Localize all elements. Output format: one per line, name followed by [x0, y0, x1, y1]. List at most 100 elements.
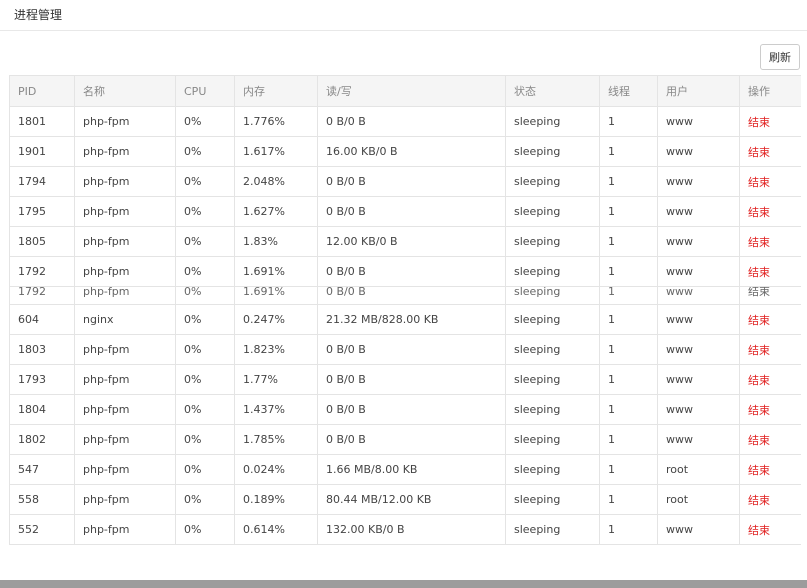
cell-name: php-fpm	[74, 106, 176, 137]
table-row: 547 php-fpm 0% 0.024% 1.66 MB/8.00 KB sleepin…	[9, 454, 801, 485]
cell-read-write: 1.66 MB/8.00 KB	[317, 454, 506, 485]
table-row: 1793 php-fpm 0% 1.77% 0 B/0 Bsleeping 1 www 结束	[9, 364, 801, 395]
end-process-link[interactable]: 结束	[739, 484, 801, 515]
end-process-link[interactable]: 结束	[739, 424, 801, 455]
cell-name: php-fpm	[74, 226, 176, 257]
cell-cpu: 0%	[175, 226, 235, 257]
cell-memory: 0.247%	[234, 304, 318, 335]
cell-status: sleeping	[505, 106, 600, 137]
cell-threads: 1	[599, 304, 658, 335]
end-process-link[interactable]: 结束	[739, 226, 801, 257]
column-header-action: 操作	[739, 75, 801, 107]
cell-status: sleeping	[505, 454, 600, 485]
cell-read-write: 21.32 MB/828.00 KB	[317, 304, 506, 335]
table-row: 552 php-fpm 0% 0.614% 132.00 KB/0 Bsleeping 1…	[9, 514, 801, 545]
end-process-link[interactable]: 结束	[739, 304, 801, 335]
column-header-pid[interactable]: PID	[9, 75, 75, 107]
cell-name: nginx	[74, 304, 176, 335]
end-process-link[interactable]: 结束	[739, 334, 801, 365]
end-process-link[interactable]: 结束	[739, 136, 801, 167]
column-header-name[interactable]: 名称	[74, 75, 176, 107]
column-header-threads[interactable]: 线程	[599, 75, 658, 107]
cell-cpu: 0%	[175, 166, 235, 197]
cell-user: www	[657, 196, 740, 227]
cell-threads: 1	[599, 256, 658, 287]
cell-pid: 1801	[9, 106, 75, 137]
column-header-read-write[interactable]: 读/写	[317, 75, 506, 107]
page-header: 进程管理	[0, 0, 807, 31]
cell-pid: 1802	[9, 424, 75, 455]
cell-threads: 1	[599, 106, 658, 137]
horizontal-scrollbar[interactable]	[0, 580, 807, 588]
end-process-link[interactable]: 结束	[739, 286, 801, 305]
column-header-memory[interactable]: 内存	[234, 75, 318, 107]
cell-name: php-fpm	[74, 454, 176, 485]
column-header-status[interactable]: 状态	[505, 75, 600, 107]
end-process-link[interactable]: 结束	[739, 394, 801, 425]
cell-name: php-fpm	[74, 484, 176, 515]
cell-name: php-fpm	[74, 334, 176, 365]
end-process-link[interactable]: 结束	[739, 196, 801, 227]
cell-read-write: 0 B/0 B	[317, 334, 506, 365]
cell-read-write: 0 B/0 B	[317, 424, 506, 455]
cell-cpu: 0%	[175, 136, 235, 167]
column-header-cpu[interactable]: CPU	[175, 75, 235, 107]
cell-threads: 1	[599, 424, 658, 455]
cell-status: sleeping	[505, 136, 600, 167]
cell-memory: 1.83%	[234, 226, 318, 257]
table-row: 1801 php-fpm 0% 1.776% 0 B/0 Bsleeping 1 www 结束	[9, 106, 801, 137]
end-process-link[interactable]: 结束	[739, 166, 801, 197]
table-row: 1795 php-fpm 0% 1.627% 0 B/0 Bsleeping 1 www 结束	[9, 196, 801, 227]
table-row: 1901 php-fpm 0% 1.617% 16.00 KB/0 Bsleeping 1…	[9, 136, 801, 167]
cell-memory: 1.77%	[234, 364, 318, 395]
process-table: PID 名称 CPU 内存 读/写 状态 线程 用户 操作 1801 php-fp…	[9, 75, 801, 545]
cell-cpu: 0%	[175, 286, 235, 305]
end-process-link[interactable]: 结束	[739, 106, 801, 137]
cell-pid: 547	[9, 454, 75, 485]
cell-user: www	[657, 166, 740, 197]
cell-user: www	[657, 226, 740, 257]
page-title: 进程管理	[14, 8, 63, 22]
cell-cpu: 0%	[175, 484, 235, 515]
cell-pid: 1803	[9, 334, 75, 365]
cell-user: root	[657, 484, 740, 515]
cell-status: sleeping	[505, 334, 600, 365]
end-process-link[interactable]: 结束	[739, 454, 801, 485]
cell-cpu: 0%	[175, 454, 235, 485]
cell-cpu: 0%	[175, 304, 235, 335]
cell-status: sleeping	[505, 286, 600, 305]
cell-pid: 1901	[9, 136, 75, 167]
cell-threads: 1	[599, 226, 658, 257]
cell-read-write: 0 B/0 B	[317, 394, 506, 425]
cell-name: php-fpm	[74, 196, 176, 227]
cell-cpu: 0%	[175, 196, 235, 227]
cell-memory: 1.691%	[234, 286, 318, 305]
cell-user: www	[657, 394, 740, 425]
cell-status: sleeping	[505, 394, 600, 425]
end-process-link[interactable]: 结束	[739, 514, 801, 545]
end-process-link[interactable]: 结束	[739, 364, 801, 395]
table-row: 1792 php-fpm 0% 1.691% 0 B/0 Bsleeping 1 www 结束	[9, 256, 801, 287]
cell-status: sleeping	[505, 256, 600, 287]
cell-name: php-fpm	[74, 424, 176, 455]
cell-threads: 1	[599, 286, 658, 305]
cell-threads: 1	[599, 394, 658, 425]
cell-status: sleeping	[505, 424, 600, 455]
cell-memory: 0.614%	[234, 514, 318, 545]
cell-user: www	[657, 136, 740, 167]
cell-read-write: 0 B/0 B	[317, 286, 506, 305]
column-header-user[interactable]: 用户	[657, 75, 740, 107]
cell-user: www	[657, 106, 740, 137]
cell-memory: 1.785%	[234, 424, 318, 455]
cell-cpu: 0%	[175, 424, 235, 455]
cell-pid: 552	[9, 514, 75, 545]
cell-read-write: 0 B/0 B	[317, 166, 506, 197]
refresh-button[interactable]: 刷新	[760, 44, 800, 70]
cell-read-write: 80.44 MB/12.00 KB	[317, 484, 506, 515]
cell-threads: 1	[599, 514, 658, 545]
table-header-row: PID 名称 CPU 内存 读/写 状态 线程 用户 操作	[9, 75, 801, 107]
end-process-link[interactable]: 结束	[739, 256, 801, 287]
table-row: 1804 php-fpm 0% 1.437% 0 B/0 Bsleeping 1 www 结束	[9, 394, 801, 425]
cell-read-write: 16.00 KB/0 B	[317, 136, 506, 167]
cell-pid: 1804	[9, 394, 75, 425]
